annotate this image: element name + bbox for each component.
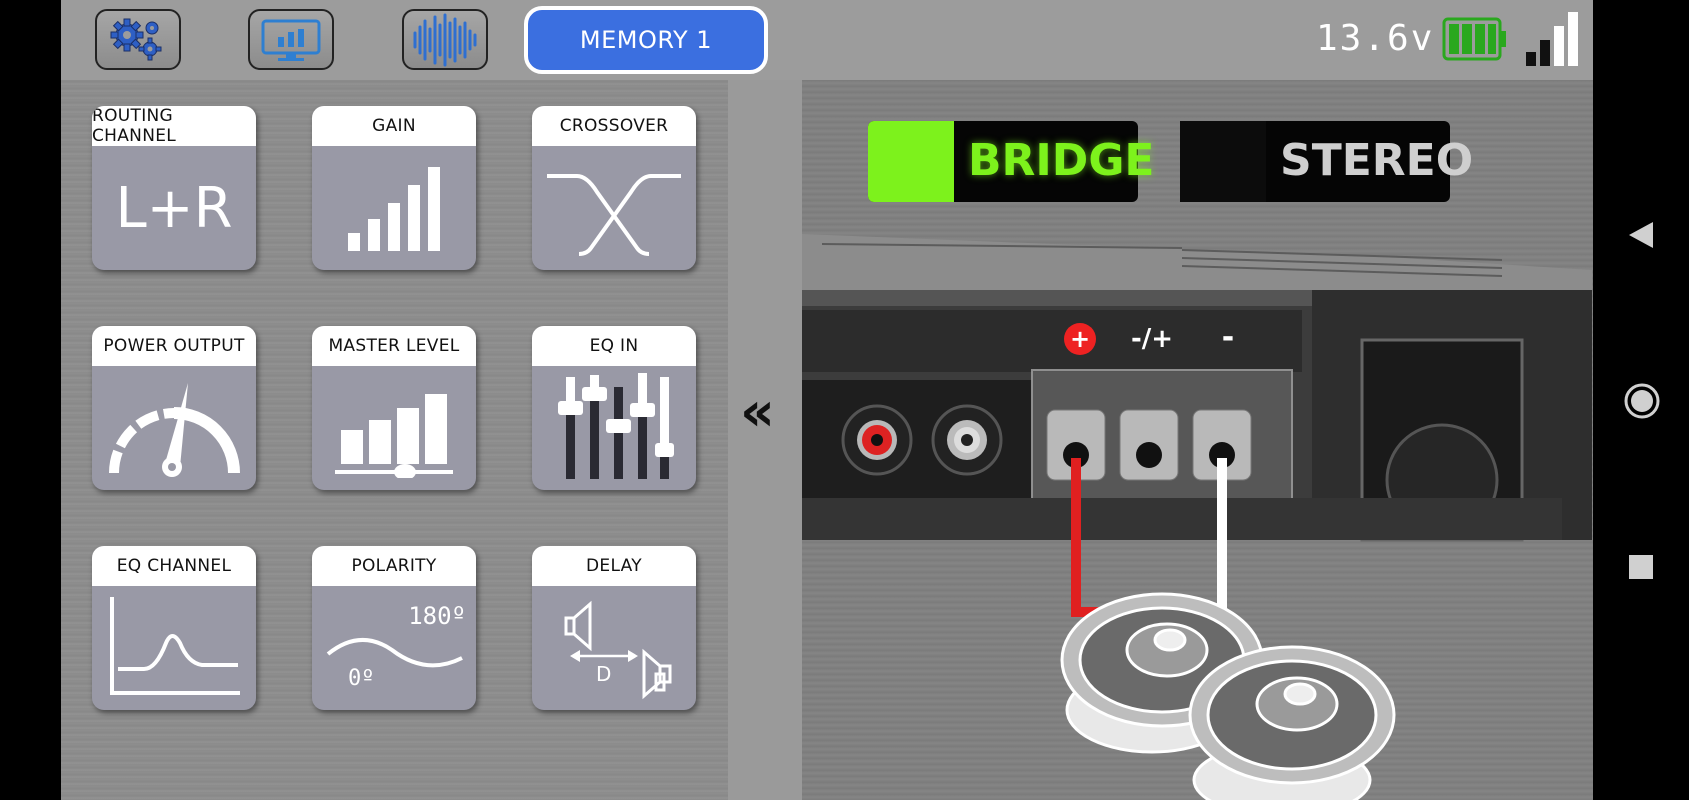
tile-label: GAIN	[312, 106, 476, 146]
bridge-indicator	[868, 121, 954, 202]
speaker-illustration	[1060, 592, 1396, 800]
signal-strength-icon	[1526, 12, 1578, 66]
amplifier-view-panel: BRIDGE STEREO + -/+ -	[802, 80, 1593, 800]
monitor-chart-icon	[261, 19, 321, 61]
settings-button[interactable]	[95, 9, 181, 70]
gear-icon	[110, 18, 162, 60]
recents-icon[interactable]	[1628, 554, 1654, 580]
voltage-readout: 13.6v	[1316, 18, 1435, 59]
waveform-icon	[413, 13, 477, 66]
terminal-minus-label: -	[1222, 320, 1234, 355]
tile-eq-channel[interactable]: EQ CHANNEL	[92, 546, 256, 710]
settings-grid-panel: ROUTING CHANNEL L+R GAIN CROSSOVER POWER…	[61, 80, 728, 800]
back-icon[interactable]	[1627, 220, 1655, 250]
routing-lr-icon: L+R	[92, 146, 256, 270]
app-window: MEMORY 1 13.6v ROUTING CHANNEL L+R GAIN	[61, 0, 1593, 800]
equalizer-sliders-icon	[558, 373, 674, 479]
phase-high-label: 180º	[408, 602, 466, 630]
tile-delay[interactable]: DELAY D	[532, 546, 696, 710]
monitor-button[interactable]	[248, 9, 334, 70]
bridge-mode-button[interactable]: BRIDGE	[868, 121, 1154, 202]
master-level-icon	[335, 394, 453, 478]
audio-analyzer-button[interactable]	[402, 9, 488, 70]
gauge-icon	[109, 383, 240, 477]
tile-label: DELAY	[532, 546, 696, 586]
eq-curve-icon	[110, 597, 240, 695]
tile-label: ROUTING CHANNEL	[92, 106, 256, 146]
tile-gain[interactable]: GAIN	[312, 106, 476, 270]
delay-letter: D	[596, 662, 612, 686]
battery-icon	[1442, 17, 1506, 61]
crossover-icon	[547, 174, 681, 256]
terminal-plus-label: +	[1070, 325, 1090, 353]
stereo-indicator	[1180, 121, 1266, 202]
tile-label: POWER OUTPUT	[92, 326, 256, 366]
routing-value: L+R	[115, 175, 233, 241]
tile-master-level[interactable]: MASTER LEVEL	[312, 326, 476, 490]
tile-label: MASTER LEVEL	[312, 326, 476, 366]
memory-button[interactable]: MEMORY 1	[524, 6, 768, 74]
tile-label: EQ CHANNEL	[92, 546, 256, 586]
tile-routing-channel[interactable]: ROUTING CHANNEL L+R	[92, 106, 256, 270]
home-icon[interactable]	[1623, 382, 1661, 420]
tile-crossover[interactable]: CROSSOVER	[532, 106, 696, 270]
stereo-label: STEREO	[1280, 135, 1474, 186]
tile-polarity[interactable]: POLARITY 180º 0º	[312, 546, 476, 710]
panel-divider: «	[728, 80, 802, 800]
tile-label: EQ IN	[532, 326, 696, 366]
tile-label: POLARITY	[312, 546, 476, 586]
top-bar: MEMORY 1 13.6v	[61, 0, 1593, 80]
gain-bars-icon	[348, 167, 440, 251]
tile-label: CROSSOVER	[532, 106, 696, 146]
delay-speakers-icon	[564, 600, 672, 700]
tile-power-output[interactable]: POWER OUTPUT	[92, 326, 256, 490]
phase-low-label: 0º	[348, 666, 375, 691]
stereo-mode-button[interactable]: STEREO	[1180, 121, 1473, 202]
terminal-mixed-label: -/+	[1131, 324, 1173, 354]
collapse-panel-button[interactable]: «	[740, 380, 775, 443]
amplifier-illustration: + -/+ -	[802, 234, 1592, 800]
tile-eq-in[interactable]: EQ IN	[532, 326, 696, 490]
bridge-label: BRIDGE	[968, 135, 1155, 186]
system-nav-bar	[1593, 0, 1689, 800]
